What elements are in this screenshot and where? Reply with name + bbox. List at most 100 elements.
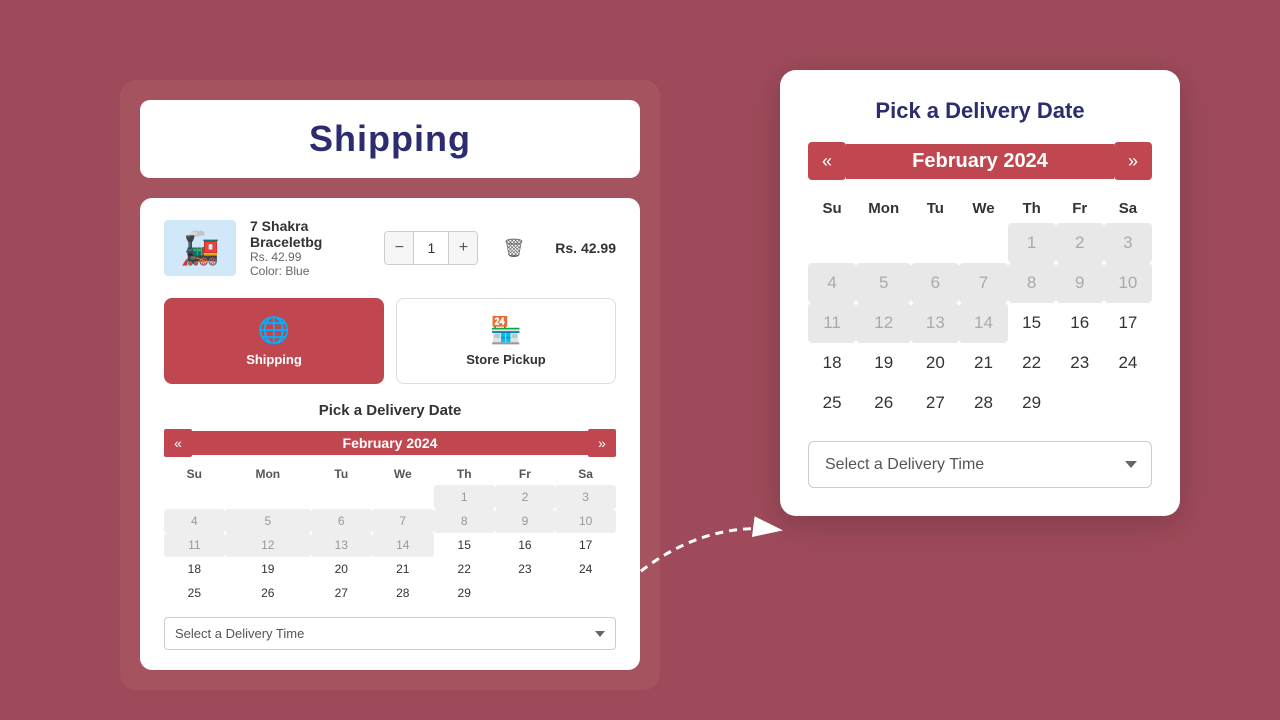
mini-cal-day-3[interactable]: 3	[555, 485, 616, 509]
mini-cal-dow-su: Su	[164, 463, 225, 485]
table-row: 25 26 27 28 29	[808, 383, 1152, 423]
mini-cal-day-9[interactable]: 9	[495, 509, 556, 533]
right-cal-day-10[interactable]: 10	[1104, 263, 1152, 303]
product-image: 🚂	[164, 220, 236, 276]
mini-cal-day-25[interactable]: 25	[164, 581, 225, 605]
mini-cal-day-19[interactable]: 19	[225, 557, 311, 581]
right-cal-day-26[interactable]: 26	[856, 383, 911, 423]
globe-icon: 🌐	[258, 315, 290, 346]
shipping-tab-label: Shipping	[246, 352, 302, 367]
right-cal-day-28[interactable]: 28	[959, 383, 1007, 423]
right-cal-day-29[interactable]: 29	[1008, 383, 1056, 423]
right-cal-day-17[interactable]: 17	[1104, 303, 1152, 343]
right-cal-day-21[interactable]: 21	[959, 343, 1007, 383]
right-cal-day-3[interactable]: 3	[1104, 223, 1152, 263]
mini-cal-month: February 2024	[192, 431, 588, 455]
mini-cal-day-18[interactable]: 18	[164, 557, 225, 581]
table-row: 25 26 27 28 29	[164, 581, 616, 605]
mini-cal-day-24[interactable]: 24	[555, 557, 616, 581]
right-cal-day-9[interactable]: 9	[1056, 263, 1104, 303]
mini-cal-day-4[interactable]: 4	[164, 509, 225, 533]
right-cal-day-15[interactable]: 15	[1008, 303, 1056, 343]
right-cal-day-4[interactable]: 4	[808, 263, 856, 303]
right-cal-day-19[interactable]: 19	[856, 343, 911, 383]
right-cal-dow-mon: Mon	[856, 194, 911, 223]
table-row: 1 2 3	[164, 485, 616, 509]
right-cal-day-11[interactable]: 11	[808, 303, 856, 343]
right-cal-day-27[interactable]: 27	[911, 383, 959, 423]
product-card: 🚂 7 Shakra Braceletbg Rs. 42.99 Color: B…	[140, 198, 640, 670]
right-cal-day-20[interactable]: 20	[911, 343, 959, 383]
mini-cal-header: « February 2024 »	[164, 429, 616, 457]
right-cal-dow-tu: Tu	[911, 194, 959, 223]
mini-cal-day-1[interactable]: 1	[434, 485, 495, 509]
right-cal-prev-button[interactable]: «	[808, 142, 846, 180]
mini-cal-cell-empty	[555, 581, 616, 605]
right-cal-day-6[interactable]: 6	[911, 263, 959, 303]
mini-cal-day-22[interactable]: 22	[434, 557, 495, 581]
mini-cal-next-button[interactable]: »	[588, 429, 616, 457]
right-cal-dow-we: We	[959, 194, 1007, 223]
mini-cal-day-11[interactable]: 11	[164, 533, 225, 557]
mini-cal-day-28[interactable]: 28	[372, 581, 434, 605]
mini-cal-cell-empty	[311, 485, 372, 509]
mini-cal-day-15[interactable]: 15	[434, 533, 495, 557]
mini-cal-day-29[interactable]: 29	[434, 581, 495, 605]
right-cal-day-24[interactable]: 24	[1104, 343, 1152, 383]
left-panel: Shipping 🚂 7 Shakra Braceletbg Rs. 42.99…	[120, 80, 660, 690]
mini-cal-day-14[interactable]: 14	[372, 533, 434, 557]
delete-icon[interactable]: 🗑	[502, 238, 525, 259]
quantity-input[interactable]	[413, 232, 449, 264]
qty-decrease-button[interactable]: −	[385, 232, 413, 264]
mini-cal-day-21[interactable]: 21	[372, 557, 434, 581]
mini-cal-day-26[interactable]: 26	[225, 581, 311, 605]
mini-cal-dow-we: We	[372, 463, 434, 485]
right-cal-day-12[interactable]: 12	[856, 303, 911, 343]
right-cal-day-7[interactable]: 7	[959, 263, 1007, 303]
qty-increase-button[interactable]: +	[449, 232, 477, 264]
mini-cal-day-8[interactable]: 8	[434, 509, 495, 533]
mini-cal-prev-button[interactable]: «	[164, 429, 192, 457]
store-pickup-tab-label: Store Pickup	[466, 352, 545, 367]
right-cal-cell-empty	[1104, 383, 1152, 423]
mini-cal-cell-empty	[225, 485, 311, 509]
mini-cal-day-17[interactable]: 17	[555, 533, 616, 557]
right-cal-day-23[interactable]: 23	[1056, 343, 1104, 383]
right-cal-day-5[interactable]: 5	[856, 263, 911, 303]
right-delivery-time-select[interactable]: Select a Delivery Time 9:00 AM - 11:00 A…	[808, 441, 1152, 488]
right-cal-day-16[interactable]: 16	[1056, 303, 1104, 343]
mini-cal-day-12[interactable]: 12	[225, 533, 311, 557]
right-cal-day-18[interactable]: 18	[808, 343, 856, 383]
store-pickup-tab[interactable]: 🏪 Store Pickup	[396, 298, 616, 384]
right-cal-day-14[interactable]: 14	[959, 303, 1007, 343]
mini-cal-day-5[interactable]: 5	[225, 509, 311, 533]
mini-cal-day-2[interactable]: 2	[495, 485, 556, 509]
mini-cal-day-13[interactable]: 13	[311, 533, 372, 557]
mini-cal-cell-empty	[495, 581, 556, 605]
right-cal-day-13[interactable]: 13	[911, 303, 959, 343]
mini-calendar-section: Pick a Delivery Date « February 2024 » S…	[164, 402, 616, 650]
right-cal-dow-su: Su	[808, 194, 856, 223]
right-cal-day-8[interactable]: 8	[1008, 263, 1056, 303]
mini-cal-day-10[interactable]: 10	[555, 509, 616, 533]
right-cal-day-1[interactable]: 1	[1008, 223, 1056, 263]
mini-cal-day-16[interactable]: 16	[495, 533, 556, 557]
mini-delivery-time-select[interactable]: Select a Delivery Time 9:00 AM - 11:00 A…	[164, 617, 616, 650]
right-cal-cell-empty	[856, 223, 911, 263]
right-cal-day-22[interactable]: 22	[1008, 343, 1056, 383]
right-cal-month: February 2024	[846, 144, 1114, 179]
right-cal-day-25[interactable]: 25	[808, 383, 856, 423]
right-cal-day-2[interactable]: 2	[1056, 223, 1104, 263]
right-cal-next-button[interactable]: »	[1114, 142, 1152, 180]
mini-cal-day-7[interactable]: 7	[372, 509, 434, 533]
mini-cal-day-23[interactable]: 23	[495, 557, 556, 581]
right-cal-cell-empty	[808, 223, 856, 263]
shipping-tab[interactable]: 🌐 Shipping	[164, 298, 384, 384]
mini-cal-day-6[interactable]: 6	[311, 509, 372, 533]
mini-cal-dow-fr: Fr	[495, 463, 556, 485]
quantity-control: − +	[384, 231, 478, 265]
mini-cal-day-20[interactable]: 20	[311, 557, 372, 581]
mini-cal-grid: Su Mon Tu We Th Fr Sa	[164, 463, 616, 605]
table-row: 11 12 13 14 15 16 17	[808, 303, 1152, 343]
mini-cal-day-27[interactable]: 27	[311, 581, 372, 605]
